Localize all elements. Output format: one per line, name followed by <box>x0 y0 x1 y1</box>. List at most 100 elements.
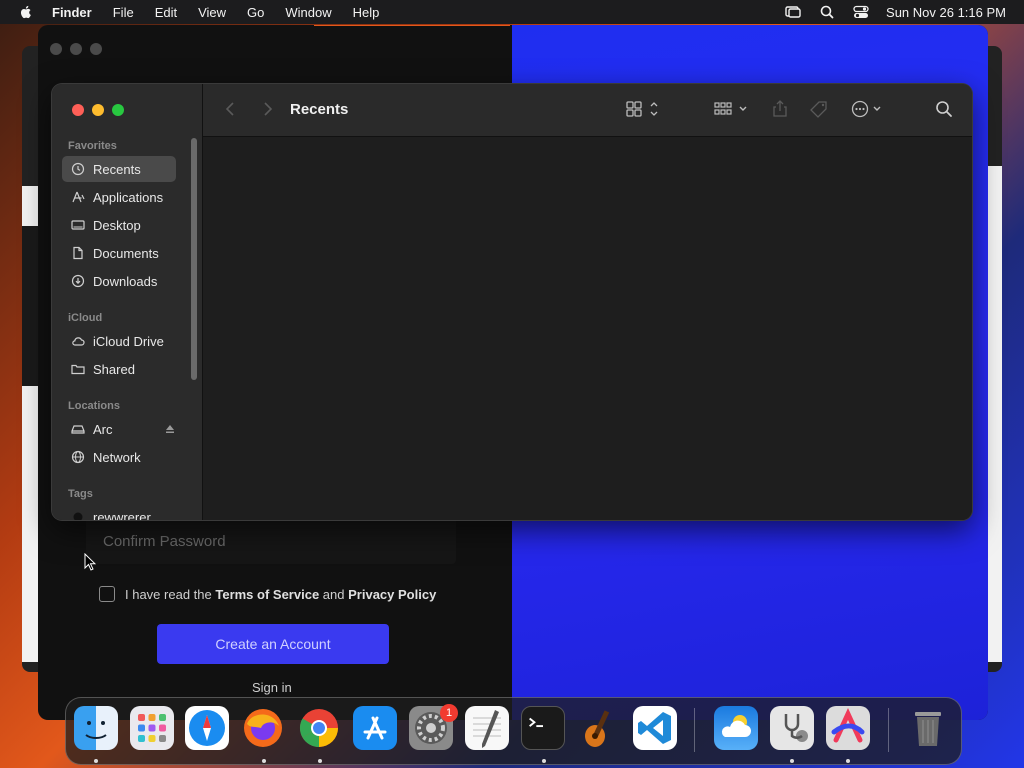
running-indicator <box>542 759 546 763</box>
confirm-password-input[interactable]: Confirm Password <box>86 518 456 564</box>
favorites-header: Favorites <box>68 140 117 152</box>
desktop-icon <box>71 220 85 230</box>
search-icon[interactable] <box>935 100 953 118</box>
sidebar-item-label: Shared <box>93 361 135 377</box>
close-button[interactable] <box>72 104 84 116</box>
finder-content-area[interactable] <box>203 137 972 520</box>
sidebar-item-label: iCloud Drive <box>93 333 164 349</box>
finder-icon[interactable] <box>74 706 118 750</box>
sidebar-item-applications[interactable]: Applications <box>62 184 176 210</box>
textedit-icon[interactable] <box>465 706 509 750</box>
sidebar-item-icloud-drive[interactable]: iCloud Drive <box>62 328 176 354</box>
cloud-icon <box>72 337 85 346</box>
finder-toolbar: Recents <box>203 84 972 137</box>
launchpad-icon[interactable] <box>130 706 174 750</box>
finder-window[interactable]: Favorites Recents Applications Desktop D… <box>52 84 972 520</box>
sidebar-item-label: Downloads <box>93 273 158 289</box>
tag-icon[interactable] <box>809 100 829 118</box>
arc-icon[interactable] <box>826 706 870 750</box>
running-indicator <box>846 759 850 763</box>
menu-help[interactable]: Help <box>353 5 380 20</box>
sidebar-item-downloads[interactable]: Downloads <box>62 268 176 294</box>
forward-arrow-icon[interactable] <box>259 101 275 117</box>
menu-bar: Finder File Edit View Go Window Help Sun… <box>0 0 1024 24</box>
icon-view-icon[interactable] <box>625 100 661 118</box>
sidebar-item-desktop[interactable]: Desktop <box>62 212 176 238</box>
background-window-content <box>988 166 1002 662</box>
apple-icon[interactable] <box>18 4 34 20</box>
terms-row: I have read the Terms of Service and Pri… <box>99 586 436 602</box>
weather-icon[interactable] <box>714 706 758 750</box>
download-icon <box>71 274 85 288</box>
mouse-cursor-icon <box>84 553 96 571</box>
terminal-icon[interactable] <box>521 706 565 750</box>
privacy-policy-link[interactable]: Privacy Policy <box>348 587 436 602</box>
terms-and: and <box>322 586 345 602</box>
vscode-icon[interactable] <box>633 706 677 750</box>
firefox-icon[interactable] <box>241 706 285 750</box>
locations-header: Locations <box>68 400 120 412</box>
menu-file[interactable]: File <box>113 5 134 20</box>
running-indicator <box>790 759 794 763</box>
group-by-icon[interactable] <box>713 100 751 118</box>
window-title: Recents <box>290 101 349 118</box>
screen-mirroring-icon[interactable] <box>784 4 802 20</box>
menu-view[interactable]: View <box>198 5 226 20</box>
more-actions-icon[interactable] <box>849 100 887 118</box>
sidebar-item-tag[interactable]: rewwrerer <box>62 504 176 520</box>
menu-edit[interactable]: Edit <box>155 5 177 20</box>
sidebar-item-label: Network <box>93 449 141 465</box>
sidebar-item-label: Desktop <box>93 217 141 233</box>
tag-dot-icon <box>73 512 83 520</box>
sidebar-item-documents[interactable]: Documents <box>62 240 176 266</box>
arc-window-controls <box>50 43 102 55</box>
safari-icon[interactable] <box>185 706 229 750</box>
tags-header: Tags <box>68 488 93 500</box>
zoom-dot[interactable] <box>90 43 102 55</box>
dock-separator <box>694 708 695 752</box>
terms-of-service-link[interactable]: Terms of Service <box>215 587 319 602</box>
minimize-dot[interactable] <box>70 43 82 55</box>
zoom-button[interactable] <box>112 104 124 116</box>
control-center-icon[interactable] <box>852 4 870 20</box>
sidebar-item-shared[interactable]: Shared <box>62 356 176 382</box>
running-indicator <box>262 759 266 763</box>
sign-in-link[interactable]: Sign in <box>252 680 292 695</box>
menu-window[interactable]: Window <box>285 5 331 20</box>
minimize-button[interactable] <box>92 104 104 116</box>
sidebar-item-label: Recents <box>93 161 141 177</box>
globe-icon <box>71 450 85 464</box>
confirm-password-placeholder: Confirm Password <box>103 532 226 550</box>
sidebar-scrollbar[interactable] <box>191 138 197 380</box>
garageband-icon[interactable] <box>577 706 621 750</box>
eject-icon[interactable] <box>164 423 176 435</box>
close-dot[interactable] <box>50 43 62 55</box>
document-icon <box>73 246 83 260</box>
share-icon[interactable] <box>771 100 789 118</box>
menu-finder[interactable]: Finder <box>52 5 92 20</box>
app-store-icon[interactable] <box>353 706 397 750</box>
dock-separator <box>888 708 889 752</box>
sidebar-item-arc[interactable]: Arc <box>62 416 176 442</box>
terms-checkbox[interactable] <box>99 586 115 602</box>
create-account-button[interactable]: Create an Account <box>157 624 389 664</box>
sidebar-item-recents[interactable]: Recents <box>62 156 176 182</box>
finder-sidebar: Favorites Recents Applications Desktop D… <box>52 84 203 520</box>
spotlight-search-icon[interactable] <box>818 4 836 20</box>
clock-icon <box>71 162 85 176</box>
sidebar-item-label: Applications <box>93 189 164 205</box>
notification-badge: 1 <box>440 704 458 722</box>
menu-go[interactable]: Go <box>247 5 264 20</box>
terms-prefix: I have read the <box>125 586 212 602</box>
sidebar-item-network[interactable]: Network <box>62 444 176 470</box>
chrome-icon[interactable] <box>297 706 341 750</box>
sidebar-item-label: Documents <box>93 245 159 261</box>
background-window-panel <box>22 226 38 386</box>
applications-icon <box>72 191 85 203</box>
back-arrow-icon[interactable] <box>223 101 239 117</box>
shared-folder-icon <box>71 364 85 375</box>
disk-utility-icon[interactable] <box>770 706 814 750</box>
menu-clock[interactable]: Sun Nov 26 1:16 PM <box>886 5 1006 20</box>
finder-window-controls <box>72 104 124 116</box>
trash-icon[interactable] <box>906 706 950 750</box>
